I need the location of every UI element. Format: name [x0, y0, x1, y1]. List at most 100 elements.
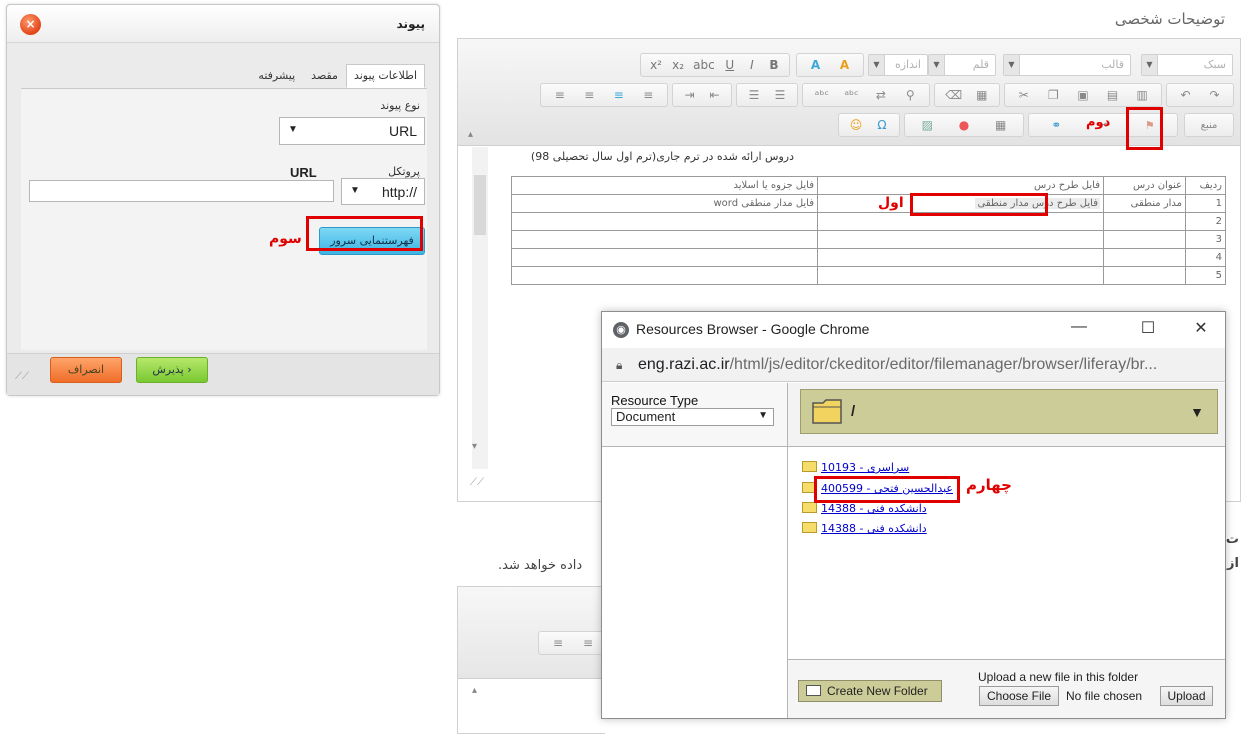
file-item[interactable]: دانشکده فنی - 14388 — [802, 522, 927, 538]
eraser-icon[interactable]: ⌫ — [945, 88, 962, 102]
special-char-icon[interactable]: Ω — [875, 118, 889, 132]
scrollbar-thumb[interactable] — [474, 175, 486, 235]
select-all-icon[interactable]: ▦ — [975, 88, 989, 102]
find-icon[interactable]: ⚲ — [903, 88, 917, 102]
choose-file-button[interactable]: Choose File — [979, 686, 1059, 706]
align-center-icon[interactable]: ≡ — [582, 88, 596, 102]
paste-word-icon[interactable]: ▥ — [1135, 88, 1149, 102]
table-cell[interactable] — [1103, 212, 1186, 231]
create-folder-button[interactable]: Create New Folder — [798, 680, 942, 702]
table-cell[interactable] — [817, 248, 1104, 267]
table-cell[interactable] — [511, 212, 818, 231]
table-cell[interactable] — [511, 230, 818, 249]
spellcheck-icon[interactable]: ᵃᵇᶜ — [815, 88, 829, 102]
copy-icon[interactable]: ❐ — [1046, 88, 1060, 102]
table-cell[interactable] — [817, 230, 1104, 249]
align-right-icon[interactable]: ≡ — [553, 88, 567, 102]
superscript-icon[interactable]: x² — [649, 58, 663, 72]
cut-icon[interactable]: ✂ — [1017, 88, 1031, 102]
bg-color-icon[interactable]: A — [838, 58, 852, 72]
font-combo[interactable]: قلم ▼ — [928, 54, 996, 76]
subscript-icon[interactable]: x₂ — [671, 58, 685, 72]
format-combo[interactable]: قالب ▼ — [1003, 54, 1131, 76]
underline-icon[interactable]: U — [723, 58, 737, 72]
address-bar[interactable]: 🔒︎ eng.razi.ac.ir/html/js/editor/ckedito… — [602, 348, 1225, 382]
table-cell[interactable] — [1103, 266, 1186, 285]
strike-icon[interactable]: abc — [693, 58, 715, 72]
justify-icon[interactable]: ≡ — [641, 88, 655, 102]
close-icon[interactable]: × — [20, 14, 41, 35]
folder-icon — [806, 685, 821, 696]
header-cell[interactable]: فایل طرح درس — [817, 176, 1104, 195]
window-title-bar[interactable]: ◉ Resources Browser - Google Chrome — ☐ … — [602, 312, 1225, 348]
header-cell[interactable]: عنوان درس — [1103, 176, 1186, 195]
scroll-down-icon[interactable]: ▾ — [472, 441, 477, 452]
size-combo[interactable]: اندازه ▼ — [868, 54, 928, 76]
resource-type-select[interactable]: Document ▼ — [611, 408, 774, 426]
source-label[interactable]: منبع — [1201, 120, 1218, 131]
table-cell[interactable] — [1103, 230, 1186, 249]
table-cell[interactable]: 3 — [1185, 230, 1226, 249]
scroll-up-icon[interactable]: ▴ — [468, 129, 473, 140]
table-cell[interactable] — [1103, 248, 1186, 267]
current-folder-select[interactable]: / ▼ — [800, 389, 1218, 434]
bold-icon[interactable]: B — [767, 58, 781, 72]
italic-icon[interactable]: I — [745, 58, 759, 72]
minimize-icon[interactable]: — — [1064, 318, 1094, 336]
redo-icon[interactable]: ↷ — [1208, 88, 1222, 102]
paste-text-icon[interactable]: ▤ — [1106, 88, 1120, 102]
folder-icon — [811, 395, 845, 427]
resource-type-pane: Resource Type Document ▼ — [602, 383, 788, 447]
bulleted-list-icon[interactable]: ☰ — [773, 88, 787, 102]
align-left-icon[interactable]: ≡ — [612, 88, 626, 102]
table-cell[interactable]: مدار منطقی — [1103, 194, 1186, 213]
table-cell[interactable]: 1 — [1185, 194, 1226, 213]
cancel-button[interactable]: انصراف — [50, 357, 122, 383]
smiley-icon[interactable]: ☺ — [849, 118, 863, 132]
table-cell[interactable] — [511, 248, 818, 267]
header-cell[interactable]: ردیف — [1185, 176, 1226, 195]
dialog-title-bar[interactable]: پیوند × — [7, 5, 439, 43]
table-cell[interactable] — [511, 266, 818, 285]
maximize-icon[interactable]: ☐ — [1133, 318, 1163, 338]
scayt-icon[interactable]: ᵃᵇᶜ — [844, 88, 858, 102]
table-cell[interactable] — [817, 266, 1104, 285]
image-icon[interactable]: ▨ — [920, 118, 934, 132]
link-icon[interactable]: ⚭ — [1049, 118, 1063, 132]
table-cell[interactable]: فایل مدار منطقی word — [511, 194, 818, 213]
tab-target[interactable]: مقصد — [303, 64, 346, 88]
table-cell[interactable]: 5 — [1185, 266, 1226, 285]
numbered-list-icon[interactable]: ☰ — [747, 88, 761, 102]
file-item[interactable]: سراسری - 10193 — [802, 461, 909, 477]
protocol-select[interactable]: ▼ http:// — [341, 178, 425, 205]
scroll-up-icon[interactable]: ▴ — [472, 685, 477, 696]
close-icon[interactable]: ✕ — [1186, 318, 1216, 338]
text-color-icon[interactable]: A — [809, 58, 823, 72]
tab-link-info[interactable]: اطلاعات پیوند — [345, 64, 425, 88]
table-cell[interactable]: 4 — [1185, 248, 1226, 267]
table-cell[interactable]: 2 — [1185, 212, 1226, 231]
undo-icon[interactable]: ↶ — [1179, 88, 1193, 102]
flash-icon[interactable]: ● — [957, 118, 971, 132]
table-icon[interactable]: ▦ — [994, 118, 1008, 132]
file-item[interactable]: دانشکده فنی - 14388 — [802, 502, 927, 518]
address-text[interactable]: eng.razi.ac.ir/html/js/editor/ckeditor/e… — [638, 356, 1157, 374]
indent-icon[interactable]: ⇥ — [683, 88, 697, 102]
align-right-icon[interactable]: ≡ — [551, 636, 565, 650]
outdent-icon[interactable]: ⇤ — [708, 88, 722, 102]
ok-button[interactable]: پذیرش › — [136, 357, 208, 383]
resize-grip-icon[interactable]: ⟋⟋ — [470, 477, 484, 488]
link-type-select[interactable]: ▼ URL — [279, 117, 425, 145]
resize-grip-icon[interactable]: ⟋⟋ — [15, 371, 29, 382]
upload-button[interactable]: Upload — [1160, 686, 1213, 706]
paste-icon[interactable]: ▣ — [1076, 88, 1090, 102]
editor-scrollbar[interactable] — [472, 147, 488, 469]
url-input[interactable] — [29, 180, 334, 202]
highlight-box-second — [1126, 107, 1163, 150]
align-center-icon[interactable]: ≡ — [581, 636, 595, 650]
indent-group: ⇥ ⇤ — [672, 83, 732, 107]
tab-advanced[interactable]: پیشرفته — [250, 64, 303, 88]
styles-combo[interactable]: سبک ▼ — [1141, 54, 1233, 76]
header-cell[interactable]: فایل جزوه یا اسلاید — [511, 176, 818, 195]
replace-icon[interactable]: ⇄ — [874, 88, 888, 102]
